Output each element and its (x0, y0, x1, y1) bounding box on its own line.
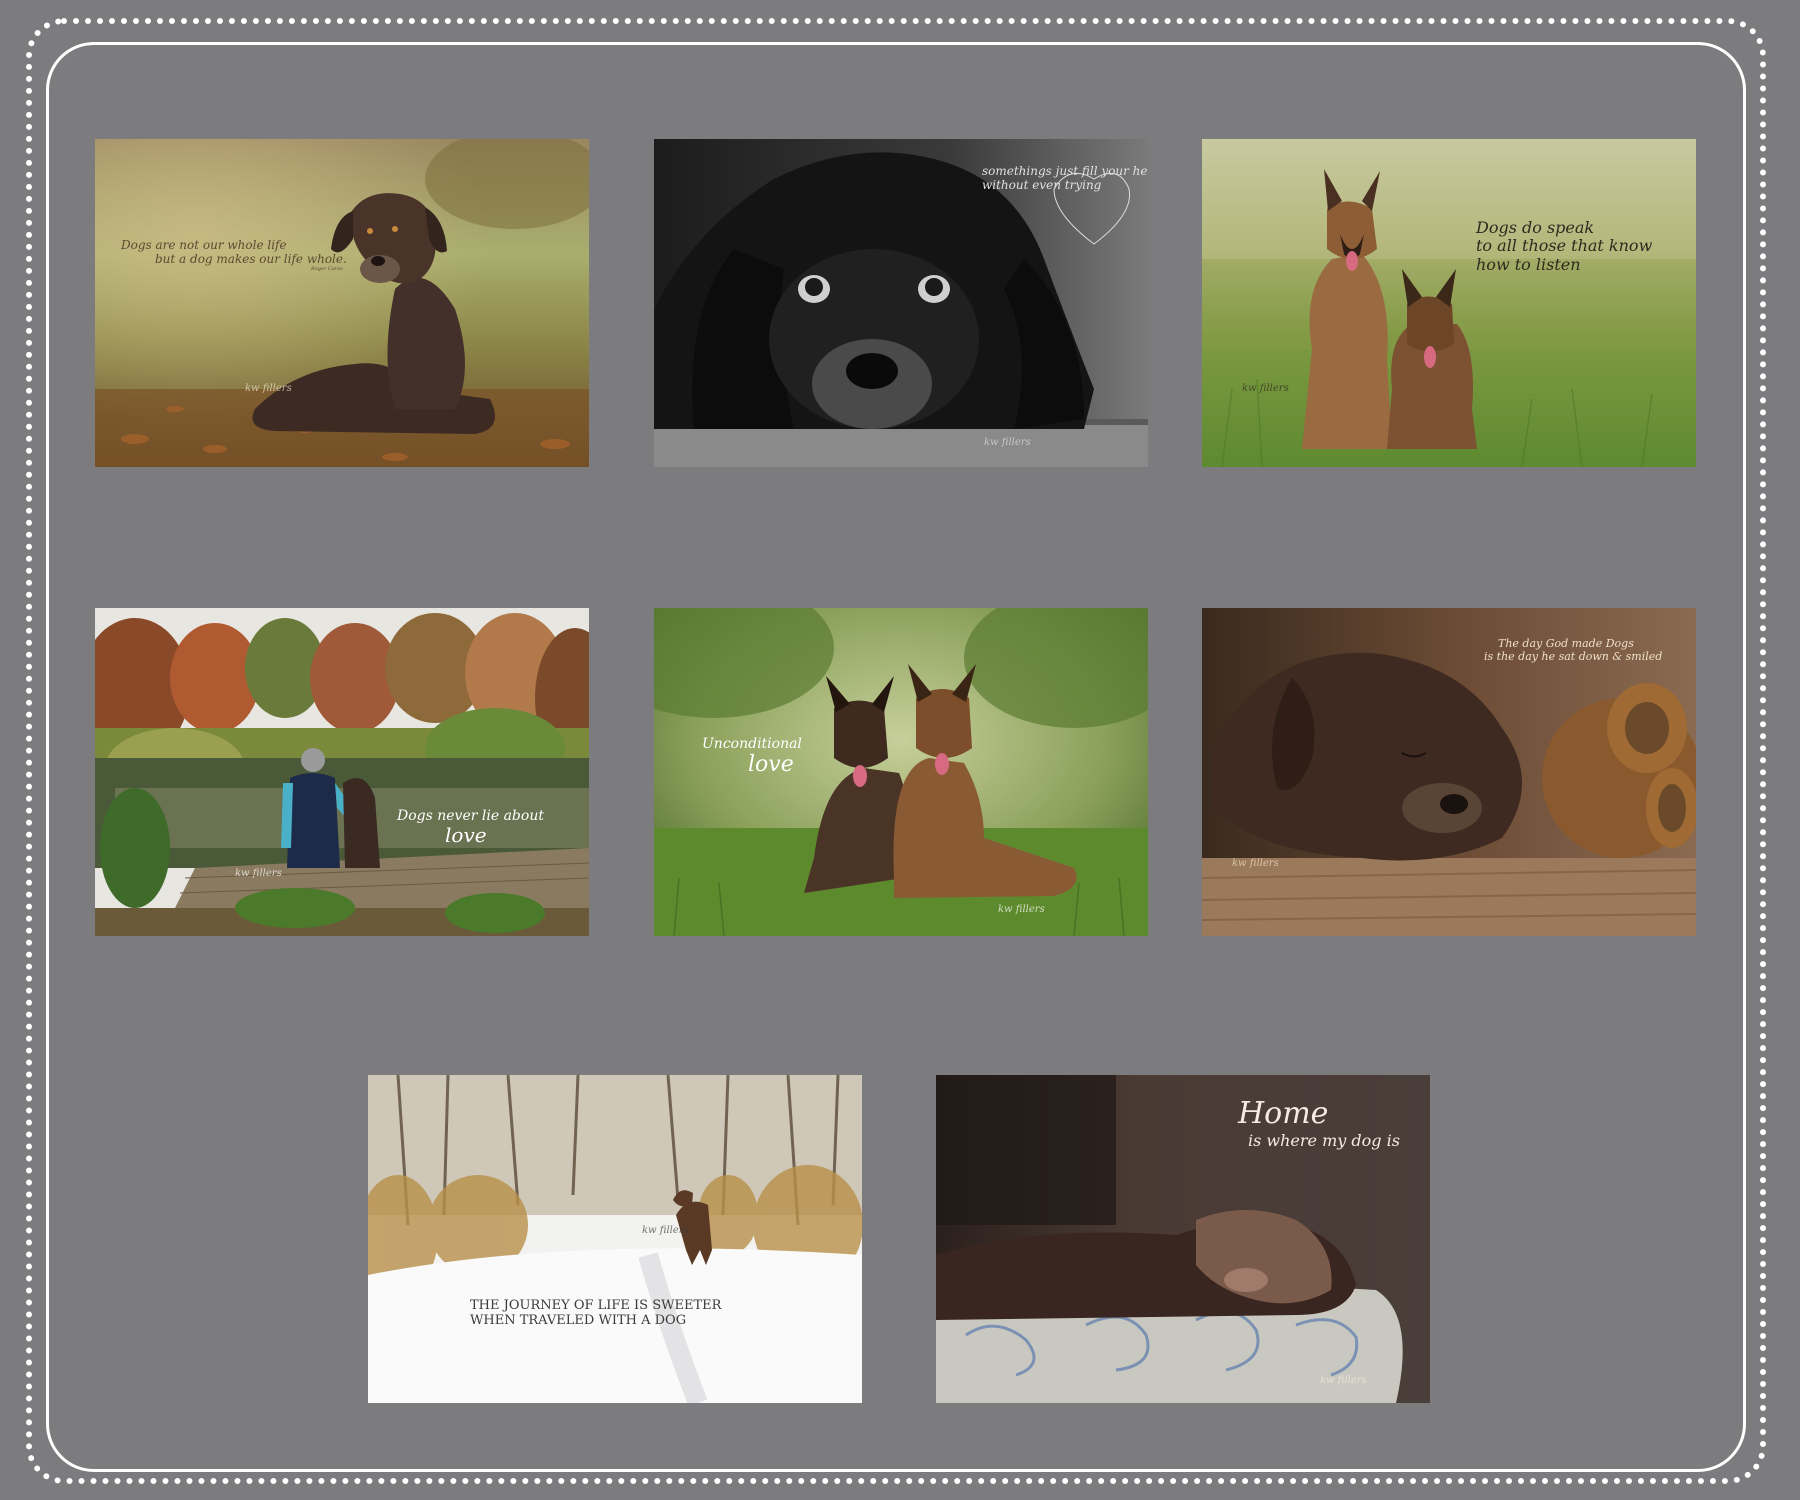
photo-person-dog-pond[interactable]: Dogs never lie about love kw fillers (95, 608, 589, 936)
photo-two-malinois-field[interactable]: Dogs do speak to all those that know how… (1202, 139, 1696, 467)
photo-dog-sleeping-bed[interactable]: Home is where my dog is kw fillers (936, 1075, 1430, 1403)
photo-quote: somethings just fill your heart without … (982, 164, 1148, 192)
photo-lab-teddy-bear[interactable]: The day God made Dogs is the day he sat … (1202, 608, 1696, 936)
photo-quote: Dogs do speak to all those that know how… (1476, 218, 1653, 274)
photo-two-malinois-grass[interactable]: Unconditional love kw fillers (654, 608, 1148, 936)
photographer-watermark: kw fillers (245, 383, 292, 394)
photographer-watermark: kw fillers (235, 868, 282, 879)
photo-quote: Unconditional love (702, 736, 802, 778)
photo-quote: Dogs are not our whole life but a dog ma… (121, 238, 347, 272)
photographer-watermark: kw fillers (1242, 383, 1289, 394)
photo-quote: THE JOURNEY OF LIFE IS SWEETER WHEN TRAV… (470, 1298, 722, 1328)
photographer-watermark: kw fillers (984, 437, 1031, 448)
photo-quote: The day God made Dogs is the day he sat … (1484, 637, 1663, 663)
photographer-watermark: kw fillers (1232, 858, 1279, 869)
photo-labrador-autumn[interactable]: Dogs are not our whole life but a dog ma… (95, 139, 589, 467)
photographer-watermark: kw fillers (1320, 1375, 1367, 1386)
photo-black-spaniel-bw[interactable]: somethings just fill your heart without … (654, 139, 1148, 467)
photographer-watermark: kw fillers (642, 1225, 689, 1236)
photographer-watermark: kw fillers (998, 904, 1045, 915)
photo-dog-snow-path[interactable]: THE JOURNEY OF LIFE IS SWEETER WHEN TRAV… (368, 1075, 862, 1403)
photo-quote: Home is where my dog is (1238, 1096, 1400, 1150)
photo-quote: Dogs never lie about love (397, 808, 544, 848)
